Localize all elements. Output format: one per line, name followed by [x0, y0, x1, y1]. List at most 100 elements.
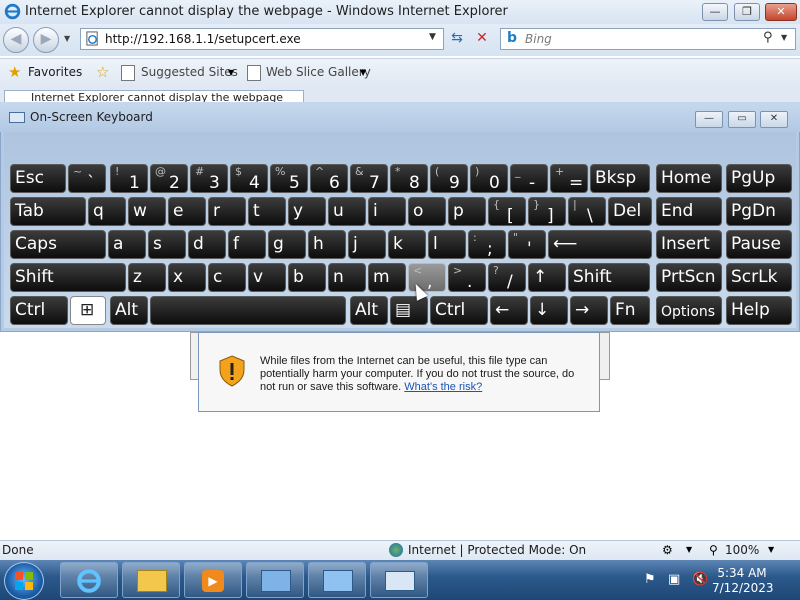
add-favorites-icon[interactable]: ☆ [96, 63, 109, 81]
clock[interactable]: 5:34 AM 7/12/2023 [712, 566, 774, 596]
key[interactable]: c [208, 263, 246, 292]
taskbar-osk-button[interactable] [370, 562, 428, 598]
key[interactable] [150, 296, 346, 325]
key[interactable]: % 5 [270, 164, 308, 193]
key[interactable]: ScrLk [726, 263, 792, 292]
key[interactable]: Ctrl [10, 296, 68, 325]
key[interactable]: ⊞ [70, 296, 106, 325]
key[interactable]: y [288, 197, 326, 226]
key[interactable]: l [428, 230, 466, 259]
osk-minimize-button[interactable]: — [695, 111, 723, 128]
network-icon[interactable]: ▣ [668, 572, 680, 587]
key[interactable]: " ' [508, 230, 546, 259]
key[interactable]: Del [608, 197, 652, 226]
key[interactable]: g [268, 230, 306, 259]
key[interactable]: ↓ [530, 296, 568, 325]
key[interactable]: {[ [488, 197, 526, 226]
key[interactable]: ! 1 [110, 164, 148, 193]
key[interactable]: Esc [10, 164, 66, 193]
key[interactable]: }] [528, 197, 566, 226]
close-button[interactable]: ✕ [765, 3, 797, 21]
address-bar[interactable]: http://192.168.1.1/setupcert.exe ▼ [80, 28, 444, 50]
volume-icon[interactable]: 🔇 [692, 572, 708, 587]
key[interactable]: Shift [568, 263, 650, 292]
key[interactable]: Help [726, 296, 792, 325]
zoom-level[interactable]: 100% [725, 543, 759, 557]
stop-icon[interactable]: ✕ [472, 28, 492, 48]
key[interactable]: Options [656, 296, 722, 325]
taskbar-explorer-button[interactable] [122, 562, 180, 598]
flag-icon[interactable]: ⚑ [644, 572, 656, 587]
start-button[interactable] [4, 562, 44, 600]
search-box[interactable]: b Bing ⚲ ▼ [500, 28, 796, 50]
key[interactable]: | \ [568, 197, 606, 226]
key[interactable]: d [188, 230, 226, 259]
key[interactable]: ↑ [528, 263, 566, 292]
key[interactable]: n [328, 263, 366, 292]
forward-button[interactable]: ▶ [33, 27, 59, 53]
search-options-chevron-icon[interactable]: ▼ [781, 33, 787, 42]
key[interactable]: ? / [488, 263, 526, 292]
search-icon[interactable]: ⚲ [763, 30, 773, 45]
key[interactable]: Caps [10, 230, 106, 259]
zoom-chevron-icon[interactable]: ▼ [768, 545, 774, 554]
zoom-icon[interactable]: ⚲ [709, 543, 718, 557]
key[interactable]: Ctrl [430, 296, 488, 325]
key[interactable]: PgDn [726, 197, 792, 226]
key[interactable]: r [208, 197, 246, 226]
key[interactable]: ^ 6 [310, 164, 348, 193]
key[interactable]: w [128, 197, 166, 226]
key[interactable]: ~ ` [68, 164, 106, 193]
key[interactable]: ← [490, 296, 528, 325]
key[interactable]: $4 [230, 164, 268, 193]
osk-close-button[interactable]: ✕ [760, 111, 788, 128]
key[interactable]: _ - [510, 164, 548, 193]
key[interactable]: p [448, 197, 486, 226]
key[interactable]: x [168, 263, 206, 292]
key[interactable]: * 8 [390, 164, 428, 193]
chevron-down-icon[interactable]: ▼ [360, 68, 366, 77]
key[interactable]: Home [656, 164, 722, 193]
key[interactable]: PrtScn [656, 263, 722, 292]
taskbar-settings-button[interactable] [308, 562, 366, 598]
taskbar-network-button[interactable] [246, 562, 304, 598]
key[interactable]: ⟵ [548, 230, 652, 259]
key[interactable]: PgUp [726, 164, 792, 193]
compatibility-view-icon[interactable]: ⇆ [447, 28, 467, 48]
key[interactable]: m [368, 263, 406, 292]
key[interactable]: z [128, 263, 166, 292]
key[interactable]: u [328, 197, 366, 226]
favorites-button[interactable]: Favorites [28, 65, 82, 79]
key[interactable]: t [248, 197, 286, 226]
key[interactable]: j [348, 230, 386, 259]
key[interactable]: :; [468, 230, 506, 259]
key[interactable]: @2 [150, 164, 188, 193]
key[interactable]: o [408, 197, 446, 226]
key[interactable]: Fn [610, 296, 650, 325]
key[interactable]: h [308, 230, 346, 259]
key[interactable]: Tab [10, 197, 86, 226]
key[interactable]: e [168, 197, 206, 226]
chevron-down-icon[interactable]: ▼ [228, 68, 234, 77]
key[interactable]: & 7 [350, 164, 388, 193]
key[interactable]: → [570, 296, 608, 325]
osk-maximize-button[interactable]: ▭ [728, 111, 756, 128]
address-dropdown-icon[interactable]: ▼ [429, 32, 436, 42]
key[interactable]: Alt [350, 296, 388, 325]
suggested-sites-link[interactable]: Suggested Sites [141, 65, 238, 79]
recent-pages-chevron-icon[interactable]: ▼ [64, 34, 70, 43]
web-slice-gallery-link[interactable]: Web Slice Gallery [266, 65, 371, 79]
minimize-button[interactable]: — [702, 3, 728, 21]
key[interactable]: s [148, 230, 186, 259]
key[interactable]: Insert [656, 230, 722, 259]
address-input[interactable]: http://192.168.1.1/setupcert.exe [105, 32, 301, 46]
key[interactable]: #3 [190, 164, 228, 193]
key[interactable]: + = [550, 164, 588, 193]
key[interactable]: (9 [430, 164, 468, 193]
key[interactable]: k [388, 230, 426, 259]
key[interactable]: ▤ [390, 296, 428, 325]
taskbar-ie-button[interactable] [60, 562, 118, 598]
key[interactable]: Pause [726, 230, 792, 259]
key[interactable]: q [88, 197, 126, 226]
key[interactable]: Alt [110, 296, 148, 325]
